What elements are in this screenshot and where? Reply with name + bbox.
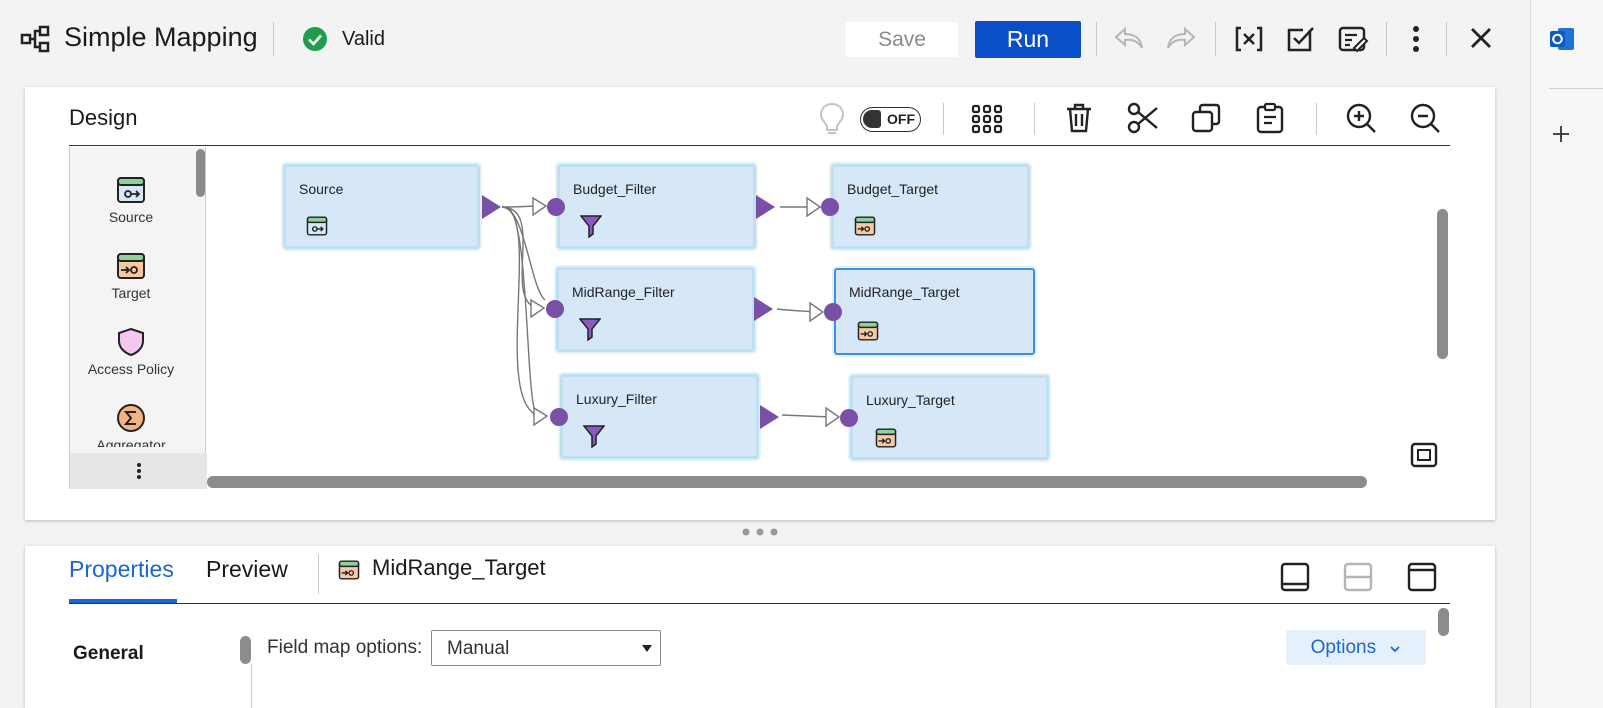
output-port [760, 405, 779, 429]
validate-icon[interactable] [1285, 24, 1315, 54]
save-button[interactable]: Save [846, 22, 958, 57]
divider [273, 22, 274, 56]
expression-icon[interactable] [1233, 24, 1265, 54]
divider [318, 554, 319, 594]
dock-split-icon[interactable] [1343, 562, 1373, 592]
input-port [550, 408, 568, 426]
panel-resize-handle[interactable] [740, 527, 780, 537]
input-port [547, 198, 565, 216]
input-port [840, 409, 858, 427]
section-general[interactable]: General [73, 643, 144, 665]
canvas-vertical-scrollbar[interactable] [1437, 209, 1448, 359]
tabs-rule [69, 603, 1450, 604]
outlook-icon[interactable] [1550, 26, 1574, 52]
undo-icon[interactable] [1112, 24, 1146, 54]
properties-scrollbar[interactable] [1438, 608, 1449, 636]
add-icon[interactable] [1551, 124, 1571, 144]
properties-panel: Properties Preview MidRange_Target Gener… [25, 546, 1495, 708]
field-map-options-label: Field map options: [267, 637, 423, 658]
node-ports [482, 195, 858, 429]
select-value: Manual [447, 638, 510, 659]
dock-top-icon[interactable] [1407, 562, 1437, 592]
output-port [754, 297, 773, 321]
redo-icon[interactable] [1164, 24, 1198, 54]
side-panel-strip [1530, 0, 1603, 708]
dock-bottom-icon[interactable] [1280, 562, 1310, 592]
mapping-title: Simple Mapping [64, 22, 258, 52]
fit-to-view-icon[interactable] [1410, 442, 1438, 468]
run-button[interactable]: Run [975, 21, 1081, 58]
tab-properties[interactable]: Properties [69, 556, 174, 583]
options-button[interactable]: Options [1286, 630, 1426, 665]
divider [1215, 22, 1216, 56]
document-edit-icon[interactable] [1337, 24, 1369, 54]
tab-preview[interactable]: Preview [206, 556, 288, 583]
input-port [821, 198, 839, 216]
target-icon [338, 560, 360, 580]
sections-scrollbar[interactable] [240, 636, 251, 664]
options-label: Options [1310, 636, 1377, 658]
field-map-options-select[interactable]: Manual [431, 630, 661, 666]
mapping-icon [20, 25, 50, 53]
divider [251, 664, 252, 708]
more-vertical-icon[interactable] [1406, 24, 1426, 54]
divider [1549, 88, 1603, 89]
divider [1096, 22, 1097, 56]
valid-check-icon [303, 27, 327, 51]
input-port [546, 300, 564, 318]
top-bar: Simple Mapping Valid Save Run [0, 0, 1530, 76]
selected-object-name: MidRange_Target [372, 555, 546, 580]
output-port [756, 195, 775, 219]
divider [1386, 22, 1387, 56]
chevron-down-icon [1390, 645, 1401, 652]
canvas-horizontal-scrollbar[interactable] [207, 476, 1367, 488]
input-port [824, 303, 842, 321]
validation-status: Valid [342, 28, 385, 50]
dropdown-caret-icon [642, 645, 652, 652]
design-panel: Design OFF Source Target Access Policy A… [25, 87, 1495, 520]
divider [1446, 22, 1447, 56]
close-icon[interactable] [1470, 27, 1492, 49]
output-port [482, 195, 501, 219]
